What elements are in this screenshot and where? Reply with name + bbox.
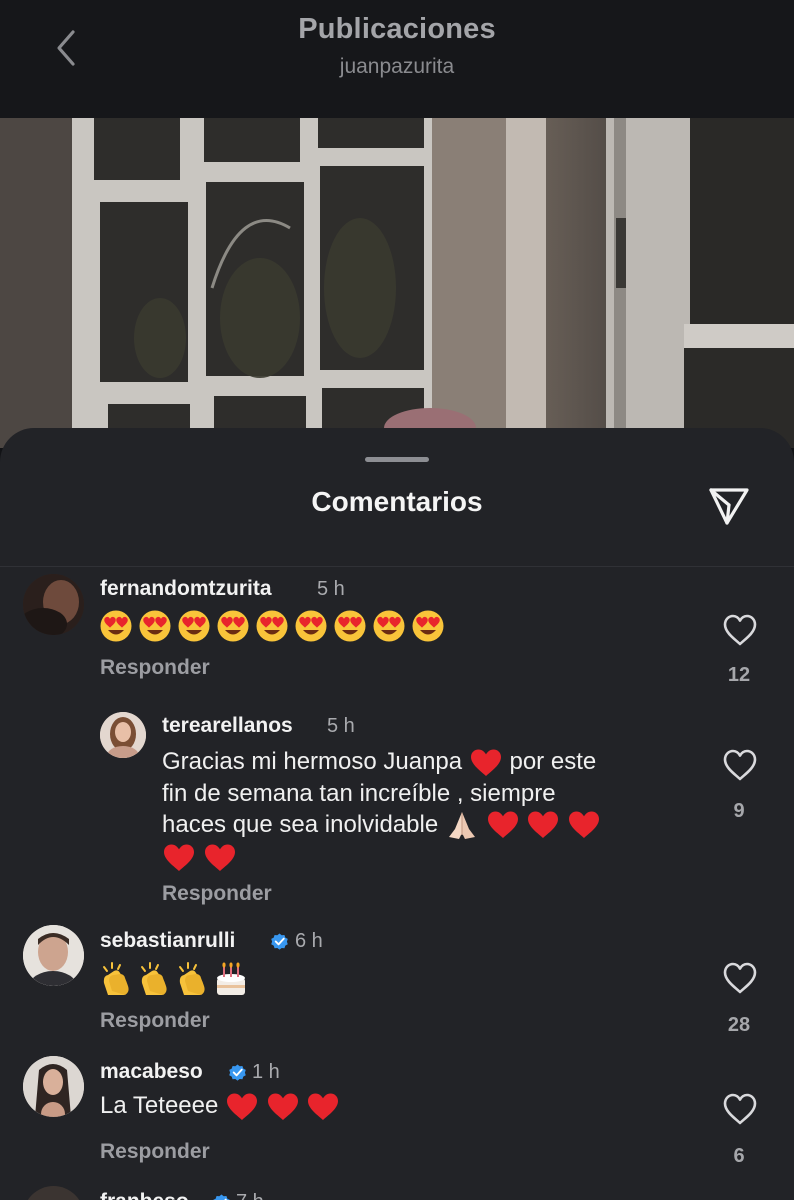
red-heart-emoji xyxy=(267,1093,298,1120)
verified-badge-icon xyxy=(271,933,288,950)
red-heart-emoji xyxy=(227,1093,258,1120)
reply-button[interactable]: Responder xyxy=(100,1140,210,1164)
avatar-image xyxy=(23,925,84,986)
avatar-image xyxy=(23,1056,84,1117)
avatar[interactable] xyxy=(100,712,146,758)
folded-hands-emoji xyxy=(448,812,475,840)
like-button[interactable] xyxy=(722,961,758,995)
red-heart-emoji xyxy=(470,749,501,776)
comment-username[interactable]: sebastianrulli xyxy=(100,929,235,953)
heart-eyes-emoji xyxy=(217,610,249,642)
clapping-hands-emoji xyxy=(179,962,205,995)
like-count: 6 xyxy=(733,1145,745,1167)
like-button[interactable] xyxy=(722,748,758,782)
heart-eyes-emoji xyxy=(412,610,444,642)
heart-eyes-emoji xyxy=(100,610,132,642)
like-button[interactable] xyxy=(722,613,758,647)
comment-time: 7 h xyxy=(236,1191,264,1200)
share-button[interactable] xyxy=(705,481,753,529)
like-count: 12 xyxy=(727,664,751,686)
comment-text: Gracias mi hermoso Juanpa por este fin d… xyxy=(162,746,702,873)
avatar-image xyxy=(100,712,146,758)
comment-username[interactable]: fernandomtzurita xyxy=(100,577,272,601)
red-heart-emoji xyxy=(568,811,599,839)
comment-text-line: fin de semana tan increíble , siempre xyxy=(162,779,556,807)
comment-item: macabeso 1 h La Teteeee Responder 6 xyxy=(0,1052,794,1177)
reply-button[interactable]: Responder xyxy=(100,1009,210,1033)
comment-time: 5 h xyxy=(327,715,355,737)
comment-username[interactable]: franbeso xyxy=(100,1190,189,1200)
comment-username[interactable]: macabeso xyxy=(100,1060,203,1084)
verified-badge-icon xyxy=(229,1064,246,1081)
top-bar: Publicaciones juanpazurita xyxy=(0,0,794,118)
comment-item: fernandomtzurita 5 h Responder 12 xyxy=(0,568,794,698)
reply-button[interactable]: Responder xyxy=(162,882,272,906)
comment-text-line: haces que sea inolvidable xyxy=(162,810,439,838)
heart-outline-icon xyxy=(723,749,757,781)
like-button[interactable] xyxy=(722,1092,758,1126)
comment-text-line: por este xyxy=(509,748,597,775)
heart-outline-icon xyxy=(723,1093,757,1125)
sheet-drag-handle[interactable] xyxy=(365,457,429,462)
reply-button[interactable]: Responder xyxy=(100,656,210,680)
red-heart-emoji xyxy=(487,811,518,839)
birthday-cake-emoji xyxy=(217,962,245,995)
heart-eyes-emoji xyxy=(334,610,366,642)
red-heart-emoji xyxy=(528,811,559,839)
comment-time: 5 h xyxy=(317,578,345,600)
heart-eyes-emoji-row xyxy=(100,610,444,642)
comment-time: 6 h xyxy=(295,930,323,952)
avatar[interactable] xyxy=(23,1056,84,1117)
sheet-divider xyxy=(0,566,794,567)
comment-text-line: Gracias mi hermoso Juanpa xyxy=(162,748,463,775)
avatar[interactable] xyxy=(23,925,84,986)
page-title: Publicaciones xyxy=(298,13,496,45)
sheet-title: Comentarios xyxy=(311,486,483,517)
heart-eyes-emoji xyxy=(295,610,327,642)
like-count: 28 xyxy=(727,1014,751,1036)
comment-text-line: La Teteeee xyxy=(100,1092,219,1119)
post-photo xyxy=(0,118,794,448)
comments-sheet: Comentarios fernandomtzurita 5 h Respond… xyxy=(0,428,794,1200)
heart-eyes-emoji xyxy=(373,610,405,642)
heart-eyes-emoji xyxy=(178,610,210,642)
heart-eyes-emoji xyxy=(139,610,171,642)
avatar[interactable] xyxy=(23,574,84,635)
comment-emoji-row xyxy=(100,959,260,999)
comment-item: sebastianrulli 6 h Responder 28 xyxy=(0,921,794,1046)
verified-badge-icon xyxy=(213,1194,230,1200)
clapping-hands-emoji xyxy=(103,962,129,995)
heart-outline-icon xyxy=(723,962,757,994)
clapping-cake-emoji-row xyxy=(103,962,245,995)
red-heart-emoji xyxy=(308,1093,339,1120)
heart-eyes-emoji xyxy=(256,610,288,642)
comment-time: 1 h xyxy=(252,1061,280,1083)
clapping-hands-emoji xyxy=(141,962,167,995)
avatar-image xyxy=(23,574,84,635)
comment-text: La Teteeee xyxy=(100,1090,340,1122)
red-heart-emoji xyxy=(204,844,235,871)
comment-username[interactable]: terearellanos xyxy=(162,714,293,738)
comment-emoji-row xyxy=(100,609,460,645)
like-count: 9 xyxy=(733,800,745,822)
avatar[interactable] xyxy=(23,1186,84,1200)
post-photo-image xyxy=(0,118,794,448)
page-subtitle-username[interactable]: juanpazurita xyxy=(0,55,794,79)
heart-outline-icon xyxy=(723,614,757,646)
red-heart-emoji xyxy=(164,844,194,871)
comment-item: franbeso 7 h xyxy=(0,1182,794,1200)
paper-plane-icon xyxy=(709,488,749,525)
comment-reply-item: terearellanos 5 h Gracias mi hermoso Jua… xyxy=(0,704,794,914)
